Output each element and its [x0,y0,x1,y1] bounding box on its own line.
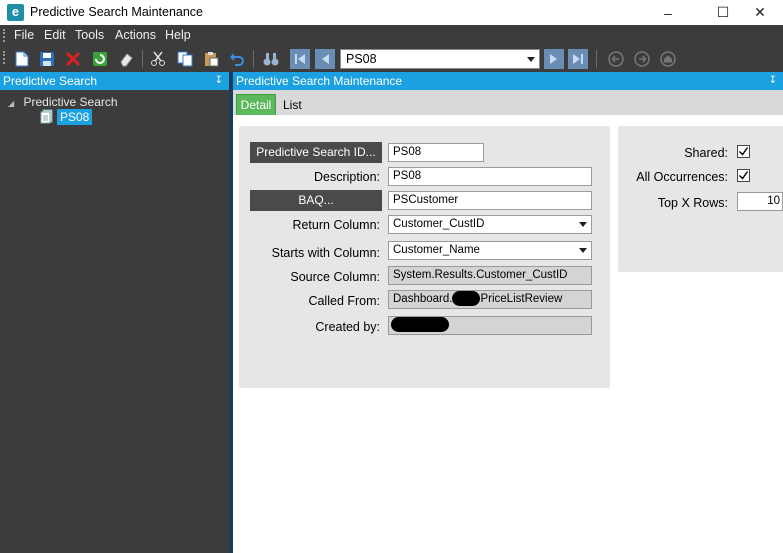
toolbar-grip [3,51,6,64]
back-icon[interactable] [607,50,625,68]
tab-list[interactable]: List [283,98,302,112]
menu-grip [3,29,6,42]
tree-item-ps08[interactable]: PS08 [57,109,93,125]
redaction-mark [391,317,449,333]
document-icon [40,109,53,127]
description-label: Description: [314,170,380,184]
refresh-icon[interactable] [91,50,109,68]
tree-root-label: Predictive Search [23,95,118,109]
created-by-field [388,316,592,335]
called-from-label: Called From: [308,294,380,308]
menu-actions[interactable]: Actions [115,28,156,42]
home-icon[interactable] [659,50,677,68]
right-panel-header: Predictive Search Maintenance ↧ [233,72,783,90]
pin-icon[interactable]: ↧ [215,72,223,90]
top-x-rows-field[interactable]: 10 [737,192,783,211]
cut-icon[interactable] [149,50,167,68]
title-bar: e Predictive Search Maintenance – ☐ ✕ [0,0,783,25]
created-by-label: Created by: [315,320,380,334]
description-field[interactable]: PS08 [388,167,592,186]
left-panel-title: Predictive Search [3,74,98,88]
toolbar-separator [253,50,254,68]
source-column-label: Source Column: [290,270,380,284]
paste-icon[interactable] [202,50,220,68]
app-window: e Predictive Search Maintenance – ☐ ✕ Fi… [0,0,783,553]
last-record-icon[interactable] [568,49,588,69]
menu-bar: File Edit Tools Actions Help [0,25,783,46]
close-button[interactable]: ✕ [737,0,783,25]
shared-checkbox[interactable] [737,145,750,158]
first-record-icon[interactable] [290,49,310,69]
called-from-field: Dashboard. PriceListReview [388,290,592,309]
left-panel: Predictive Search ↧ ◢ Predictive Search … [0,72,229,553]
return-column-select[interactable]: Customer_CustID [388,215,592,234]
chevron-down-icon[interactable] [574,216,591,233]
right-panel: Predictive Search Maintenance ↧ Detail L… [233,72,783,553]
save-icon[interactable] [38,50,56,68]
left-panel-header: Predictive Search ↧ [0,72,229,90]
baq-field[interactable]: PSCustomer [388,191,592,210]
right-panel-title: Predictive Search Maintenance [236,74,403,88]
binoculars-icon[interactable] [262,50,280,68]
undo-icon[interactable] [228,50,246,68]
next-record-icon[interactable] [544,49,564,69]
source-column-field: System.Results.Customer_CustID [388,266,592,285]
expand-arrow-icon[interactable]: ◢ [8,99,14,108]
tree-root[interactable]: ◢ Predictive Search [8,95,118,109]
shared-label: Shared: [684,146,728,160]
app-logo: e [7,4,24,21]
menu-tools[interactable]: Tools [75,28,104,42]
starts-with-column-label: Starts with Column: [271,246,380,260]
menu-file[interactable]: File [14,28,34,42]
tab-strip: Detail List [233,90,783,116]
chevron-down-icon[interactable] [523,50,539,68]
tab-detail[interactable]: Detail [236,94,276,116]
forward-icon[interactable] [633,50,651,68]
eraser-icon[interactable] [117,50,135,68]
called-from-prefix: Dashboard. [393,293,453,305]
chevron-down-icon[interactable] [574,242,591,259]
menu-help[interactable]: Help [165,28,191,42]
previous-record-icon[interactable] [315,49,335,69]
toolbar-separator [142,50,143,68]
pin-icon[interactable]: ↧ [769,72,777,90]
top-x-rows-label: Top X Rows: [657,196,728,210]
window-title: Predictive Search Maintenance [30,5,204,19]
new-icon[interactable] [13,50,31,68]
record-search-combo[interactable]: PS08 [340,49,540,69]
copy-icon[interactable] [176,50,194,68]
predictive-search-id-button[interactable]: Predictive Search ID... [250,142,382,163]
starts-with-column-value: Customer_Name [393,244,480,256]
baq-button[interactable]: BAQ... [250,190,382,211]
toolbar-separator [596,50,597,68]
record-search-value: PS08 [346,52,377,66]
return-column-value: Customer_CustID [393,218,485,230]
menu-edit[interactable]: Edit [44,28,66,42]
called-from-suffix: PriceListReview [480,293,563,305]
predictive-search-id-field[interactable]: PS08 [388,143,484,162]
redaction-mark [452,291,481,307]
all-occurrences-label: All Occurrences: [636,170,728,184]
minimize-button[interactable]: – [645,0,691,25]
starts-with-column-select[interactable]: Customer_Name [388,241,592,260]
return-column-label: Return Column: [292,218,380,232]
delete-icon[interactable] [64,50,82,68]
all-occurrences-checkbox[interactable] [737,169,750,182]
